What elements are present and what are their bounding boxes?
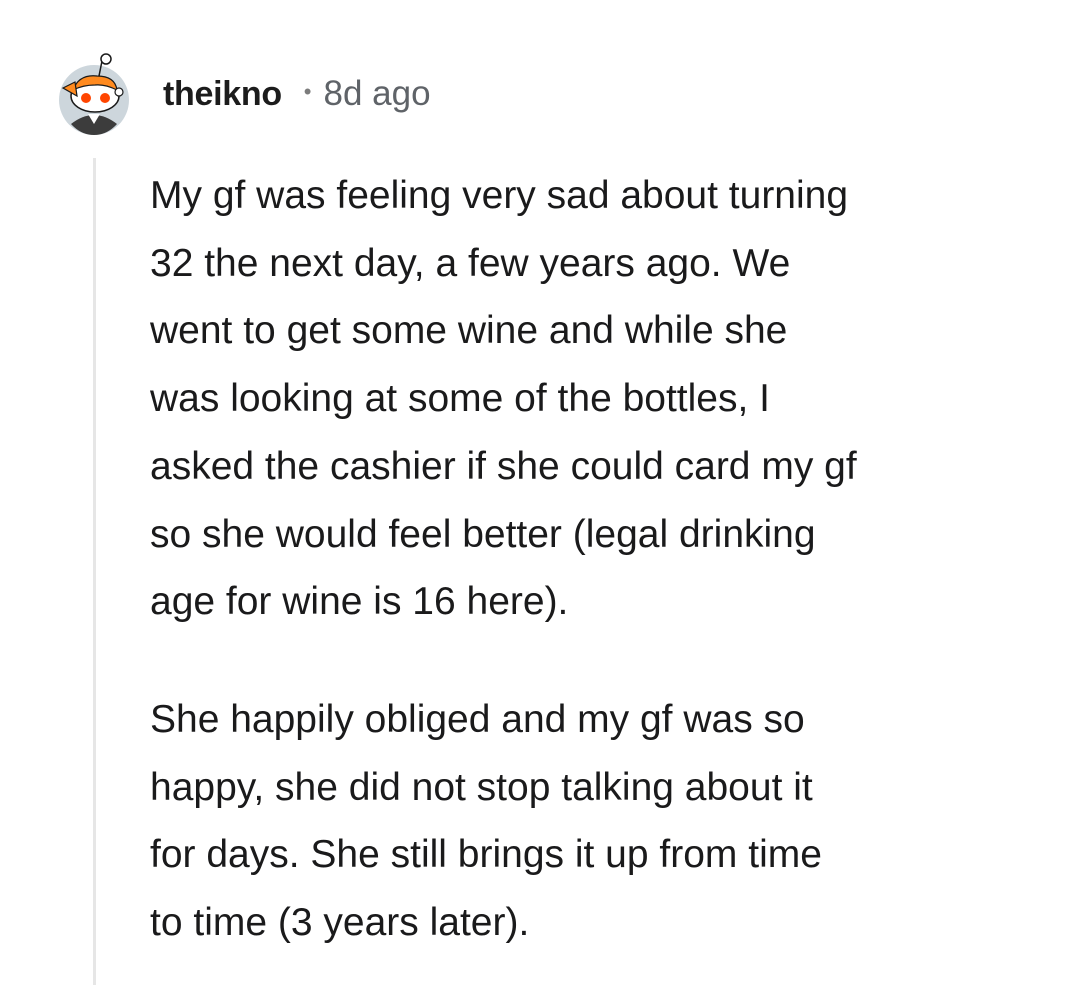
comment-header: theikno • 8d ago	[55, 52, 431, 136]
username[interactable]: theikno	[163, 75, 282, 114]
thread-line[interactable]	[93, 158, 96, 985]
avatar[interactable]	[55, 52, 133, 136]
comment-paragraph: She happily obliged and my gf was so hap…	[150, 697, 822, 945]
separator-dot: •	[303, 79, 312, 104]
comment: theikno • 8d ago My gf was feeling very …	[0, 0, 1080, 985]
snoo-avatar-icon	[59, 53, 129, 135]
comment-paragraph: My gf was feeling very sad about turning…	[150, 174, 857, 624]
comment-body: My gf was feeling very sad about turning…	[150, 162, 1050, 957]
timestamp: 8d ago	[323, 74, 431, 113]
